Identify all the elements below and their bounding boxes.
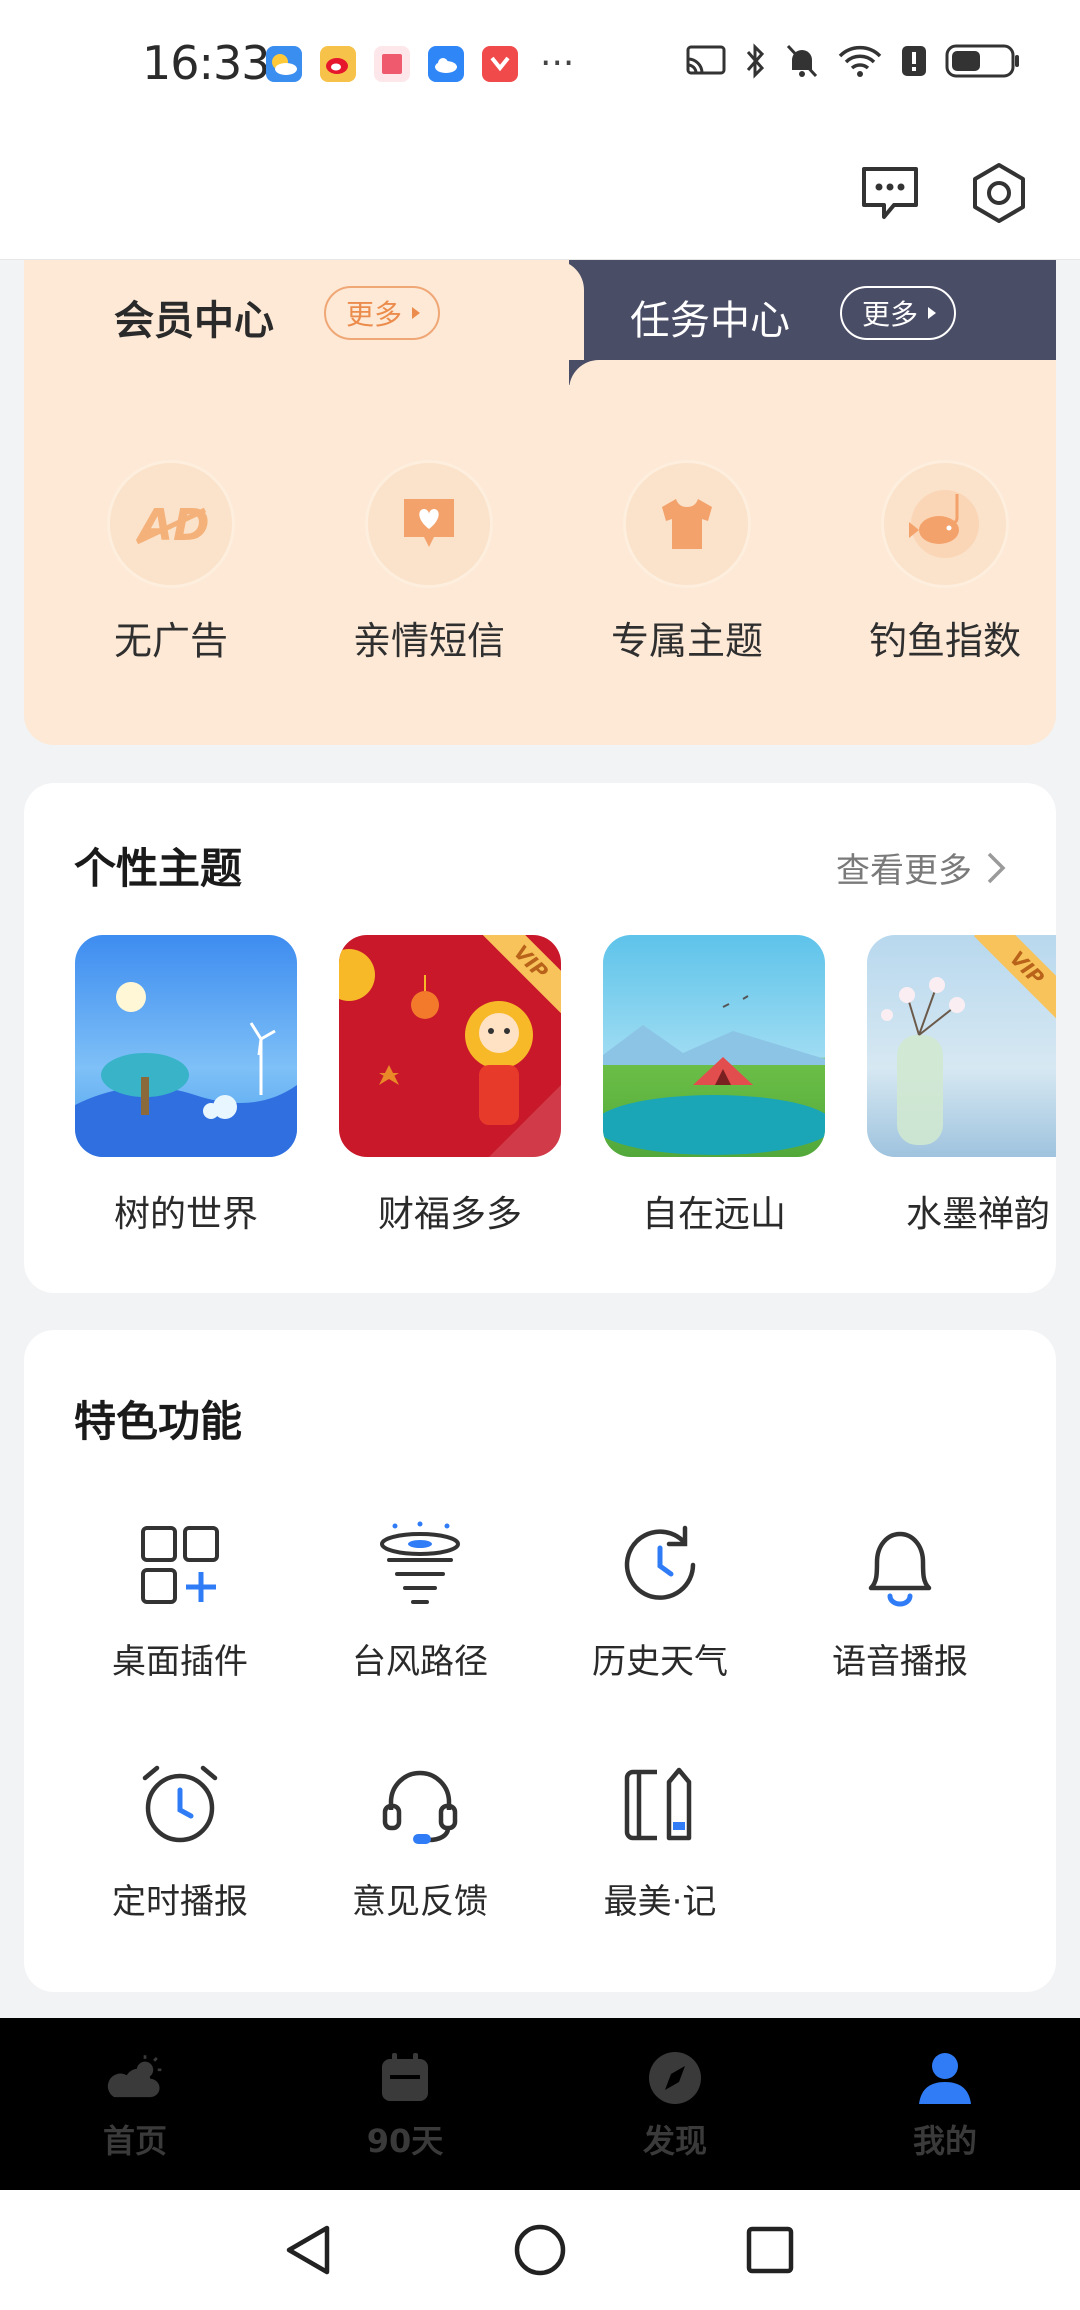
heart-message-icon <box>365 460 493 588</box>
feature-label: 台风路径 <box>352 1642 488 1682</box>
settings-icon[interactable] <box>964 158 1034 228</box>
system-navigation-bar <box>0 2190 1080 2310</box>
theme-thumbnail <box>75 935 297 1157</box>
perk-fishing-index[interactable]: 钓鱼指数 <box>845 460 1045 665</box>
feature-voice-broadcast[interactable]: 语音播报 <box>800 1520 1000 1683</box>
feature-label: 语音播报 <box>832 1642 968 1682</box>
chevron-right-icon <box>987 852 1006 883</box>
status-bar: 16:33 ··· <box>0 0 1080 130</box>
typhoon-icon <box>375 1520 465 1610</box>
themes-title: 个性主题 <box>74 844 243 893</box>
nav-label: 90天 <box>366 2122 444 2160</box>
widget-add-icon <box>135 1520 225 1610</box>
recents-icon[interactable] <box>738 2218 802 2282</box>
see-more-link[interactable]: 查看更多 <box>836 843 1006 892</box>
person-icon <box>915 2048 975 2108</box>
no-ad-icon: AD <box>107 460 235 588</box>
theme-thumbnail <box>603 935 825 1157</box>
compass-icon <box>645 2048 705 2108</box>
nav-discover[interactable]: 发现 <box>595 2048 755 2162</box>
theme-item[interactable]: VIP 财福多多 <box>339 935 561 1237</box>
mute-icon <box>784 42 820 84</box>
home-icon[interactable] <box>508 2218 572 2282</box>
nav-90-days[interactable]: 90天 <box>325 2048 485 2162</box>
member-more-label: 更多 <box>346 298 403 331</box>
perk-label: 钓鱼指数 <box>868 619 1021 663</box>
feature-feedback[interactable]: 意见反馈 <box>320 1760 520 1923</box>
feature-scheduled-broadcast[interactable]: 定时播报 <box>80 1760 280 1923</box>
bluetooth-icon <box>744 42 768 84</box>
back-icon[interactable] <box>277 2218 341 2282</box>
cloud-app-icon <box>428 46 464 82</box>
features-title: 特色功能 <box>74 1397 243 1446</box>
nav-home[interactable]: 首页 <box>55 2048 215 2162</box>
weather-app-icon <box>266 46 302 82</box>
nav-label: 发现 <box>642 2122 707 2160</box>
alert-icon <box>900 42 928 84</box>
wifi-icon <box>836 42 884 84</box>
book-app-icon <box>374 46 410 82</box>
feature-label: 定时播报 <box>112 1882 248 1922</box>
feature-desktop-widget[interactable]: 桌面插件 <box>80 1520 280 1683</box>
theme-thumbnail: VIP <box>867 935 1056 1157</box>
theme-label: 自在远山 <box>641 1194 786 1235</box>
tab-member-center[interactable]: 会员中心 <box>114 288 274 346</box>
member-task-card: 会员中心 更多 任务中心 更多 AD 无广告 亲情短信 专属主题 钓鱼指数 <box>24 260 1056 745</box>
themes-card: 个性主题 查看更多 树的世界 VIP 财福多多 自在远山 VIP 水墨禅韵 <box>24 783 1056 1293</box>
see-more-label: 查看更多 <box>836 851 972 891</box>
app-header <box>0 130 1080 260</box>
feature-most-beautiful-notes[interactable]: 最美·记 <box>560 1760 760 1923</box>
perk-family-sms[interactable]: 亲情短信 <box>329 460 529 665</box>
headset-icon <box>375 1760 465 1850</box>
caret-right-icon <box>928 307 937 319</box>
nav-mine[interactable]: 我的 <box>865 2048 1025 2162</box>
perk-label: 无广告 <box>113 619 228 663</box>
theme-item[interactable]: 树的世界 <box>75 935 297 1237</box>
theme-label: 水墨禅韵 <box>905 1194 1050 1235</box>
red-app-icon <box>482 46 518 82</box>
feature-typhoon-path[interactable]: 台风路径 <box>320 1520 520 1683</box>
bottom-navigation: 首页 90天 发现 我的 <box>0 2018 1080 2190</box>
fishing-icon <box>881 460 1009 588</box>
perk-no-ads[interactable]: AD 无广告 <box>71 460 271 665</box>
theme-item[interactable]: VIP 水墨禅韵 <box>867 935 1056 1237</box>
theme-label: 树的世界 <box>113 1194 258 1235</box>
feature-label: 桌面插件 <box>112 1642 248 1682</box>
alarm-clock-icon <box>135 1760 225 1850</box>
tshirt-icon <box>623 460 751 588</box>
card-body-bg <box>569 360 1056 410</box>
message-icon[interactable] <box>855 158 925 228</box>
tab-task-center[interactable]: 任务中心 <box>630 288 790 346</box>
caret-right-icon <box>412 307 421 319</box>
notebook-icon <box>615 1760 705 1850</box>
theme-item[interactable]: 自在远山 <box>603 935 825 1237</box>
cast-icon <box>684 43 728 83</box>
task-more-label: 更多 <box>862 298 919 331</box>
perk-label: 专属主题 <box>610 619 763 663</box>
more-notifications-icon: ··· <box>540 43 575 84</box>
weibo-icon <box>320 46 356 82</box>
calendar-icon <box>375 2048 435 2108</box>
nav-label: 我的 <box>912 2122 977 2160</box>
feature-history-weather[interactable]: 历史天气 <box>560 1520 760 1683</box>
perk-label: 亲情短信 <box>352 619 505 663</box>
features-card: 特色功能 桌面插件 台风路径 历史天气 语音播报 定时播报 意见反馈 最美·记 <box>24 1330 1056 1992</box>
feature-label: 意见反馈 <box>352 1882 488 1922</box>
task-more-button[interactable]: 更多 <box>840 286 957 340</box>
history-clock-icon <box>615 1520 705 1610</box>
feature-label: 历史天气 <box>592 1642 728 1682</box>
battery-icon <box>944 42 1022 84</box>
member-tab-edge <box>524 260 584 360</box>
system-icons <box>684 42 1022 84</box>
status-time: 16:33 <box>142 36 271 90</box>
theme-label: 财福多多 <box>377 1194 522 1235</box>
perk-exclusive-theme[interactable]: 专属主题 <box>587 460 787 665</box>
feature-label: 最美·记 <box>603 1882 717 1922</box>
theme-thumbnail: VIP <box>339 935 561 1157</box>
member-more-button[interactable]: 更多 <box>324 286 441 340</box>
weather-home-icon <box>105 2048 165 2108</box>
bell-icon <box>855 1520 945 1610</box>
nav-label: 首页 <box>102 2122 167 2160</box>
notification-icons: ··· <box>266 46 574 82</box>
